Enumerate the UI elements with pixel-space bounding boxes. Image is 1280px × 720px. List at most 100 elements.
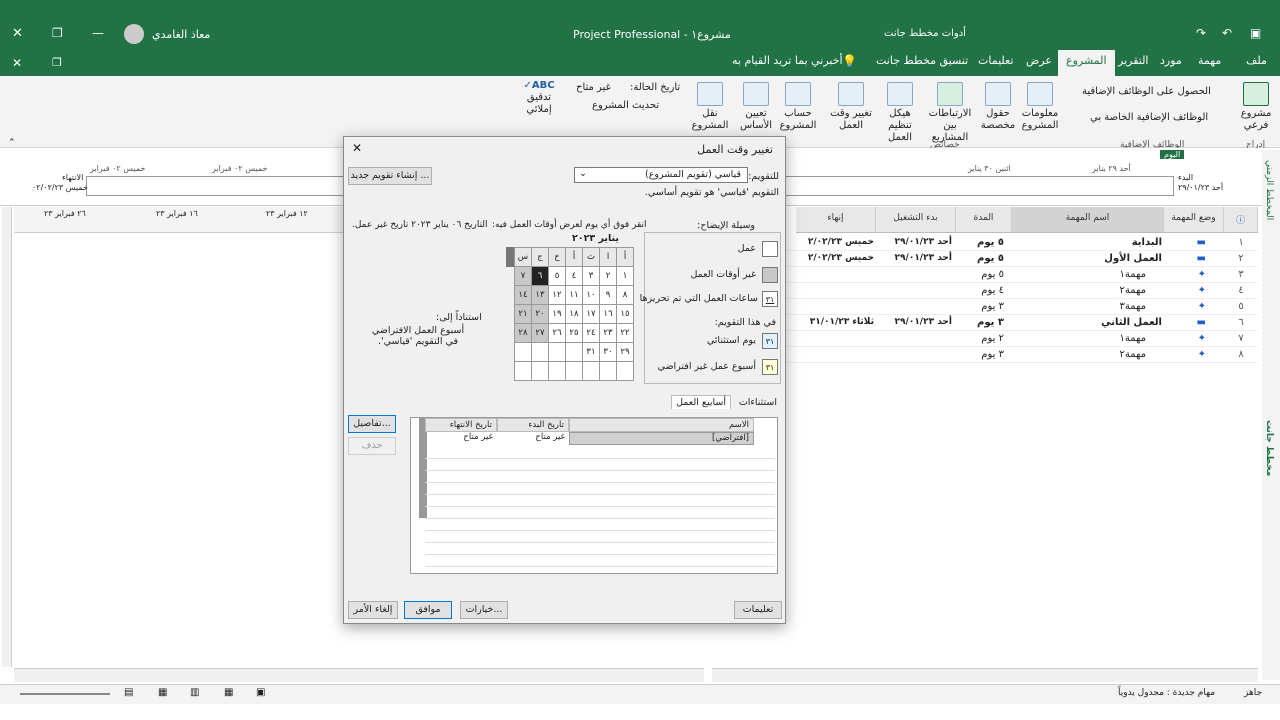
delete-button[interactable]: حذف xyxy=(348,437,396,455)
calendar-day[interactable] xyxy=(548,361,566,381)
minimize-icon[interactable]: — xyxy=(92,26,104,40)
links-button[interactable]: الارتباطات بين المشاريع xyxy=(926,82,974,144)
col-task-mode[interactable]: وضع المهمة xyxy=(1164,207,1224,233)
calendar-day[interactable]: ١٩ xyxy=(548,304,566,324)
col-finish[interactable]: إنهاء xyxy=(796,207,876,233)
calendar-day[interactable]: ١٦ xyxy=(599,304,617,324)
calendar-day[interactable]: ٦ xyxy=(531,266,549,286)
gantt-view-icon[interactable]: ▤ xyxy=(124,687,133,698)
project-info-button[interactable]: معلومات المشروع xyxy=(1020,82,1060,132)
task-start[interactable]: أحد ٢٩/٠١/٢٣ xyxy=(895,317,952,327)
col-duration[interactable]: المدة xyxy=(956,207,1012,233)
task-table[interactable]: وضع المهمة اسم المهمة المدة بدء التشغيل … xyxy=(712,207,1258,667)
restore-icon[interactable]: ❐ xyxy=(52,26,63,40)
tab-task[interactable]: مهمة xyxy=(1198,54,1221,67)
new-calendar-button[interactable]: إنشاء تقويم جديد ... xyxy=(348,167,432,185)
calendar-day[interactable]: ١٤ xyxy=(514,285,532,305)
work-weeks-grid[interactable]: الاسم تاريخ البدء تاريخ الانتهاء [افتراض… xyxy=(410,417,778,574)
task-finish[interactable]: خميس ٢/٠٢/٢٣ xyxy=(808,253,874,263)
gantt-vertical-scrollbar[interactable] xyxy=(2,207,12,667)
redo-icon[interactable]: ↷ xyxy=(1196,26,1206,40)
calendar-day[interactable]: ١ xyxy=(616,266,634,286)
calendar-day[interactable]: ١٨ xyxy=(565,304,583,324)
options-button[interactable]: خيارات... xyxy=(460,601,508,619)
calendar-day[interactable]: ٢٥ xyxy=(565,323,583,343)
calendar-day[interactable]: ٢٧ xyxy=(531,323,549,343)
undo-icon[interactable]: ↶ xyxy=(1222,26,1232,40)
calendar-day[interactable]: ٣٠ xyxy=(599,342,617,362)
table-row[interactable]: ٦ ▬ العمل الثاني ٣ يوم أحد ٢٩/٠١/٢٣ ثلاثاء ٣١… xyxy=(712,315,1258,331)
calendar-day[interactable] xyxy=(565,361,583,381)
calendar-day[interactable]: ٣١ xyxy=(582,342,600,362)
calendar-day[interactable]: ١٧ xyxy=(582,304,600,324)
task-name[interactable]: البداية xyxy=(1132,237,1162,248)
table-row[interactable]: ١ ▬ البداية ٥ يوم أحد ٢٩/٠١/٢٣ خميس ٢/٠٢/٢٣ xyxy=(712,235,1258,251)
close-icon[interactable]: ✕ xyxy=(12,26,23,41)
table-horizontal-scrollbar[interactable] xyxy=(712,668,1258,682)
task-duration[interactable]: ٣ يوم xyxy=(981,301,1004,312)
zoom-slider[interactable] xyxy=(20,693,110,695)
task-name[interactable]: مهمة٢ xyxy=(1120,285,1146,296)
save-icon[interactable]: ▣ xyxy=(1250,26,1261,40)
task-usage-icon[interactable]: ▦ xyxy=(158,687,167,698)
subproject-button[interactable]: مشروع فرعي xyxy=(1236,82,1276,132)
calendar-select[interactable]: قياسي (تقويم المشروع) ⌄ xyxy=(574,167,748,183)
wbs-button[interactable]: هيكل تنظيم العمل xyxy=(876,82,924,144)
calendar-day[interactable]: ٢٨ xyxy=(514,323,532,343)
calendar-day[interactable]: ٢٤ xyxy=(582,323,600,343)
tell-me-search[interactable]: أخبرني بما تريد القيام به xyxy=(732,54,843,67)
grid-row-finish[interactable]: غير متاح xyxy=(425,432,497,445)
calculate-project-button[interactable]: حساب المشروع xyxy=(776,82,820,132)
calendar-day[interactable] xyxy=(514,361,532,381)
gantt-horizontal-scrollbar[interactable] xyxy=(14,668,704,682)
calendar-day[interactable]: ٥ xyxy=(548,266,566,286)
task-duration[interactable]: ٣ يوم xyxy=(981,349,1004,360)
calendar-day[interactable]: ١٥ xyxy=(616,304,634,324)
calendar-day[interactable]: ٢٣ xyxy=(599,323,617,343)
table-row[interactable]: ٧ ✦ مهمة١ ٢ يوم xyxy=(712,331,1258,347)
task-duration[interactable]: ٣ يوم xyxy=(977,317,1004,328)
tab-report[interactable]: التقرير xyxy=(1118,54,1149,67)
ok-button[interactable]: موافق xyxy=(404,601,452,619)
table-row[interactable]: ٨ ✦ مهمة٢ ٣ يوم xyxy=(712,347,1258,363)
custom-fields-button[interactable]: حقول مخصصة xyxy=(976,82,1020,132)
calendar-day[interactable]: ٤ xyxy=(565,266,583,286)
task-duration[interactable]: ٥ يوم xyxy=(981,269,1004,280)
calendar-day[interactable]: ٢ xyxy=(599,266,617,286)
grid-row-start[interactable]: غير متاح xyxy=(497,432,569,445)
details-button[interactable]: تفاصيل... xyxy=(348,415,396,433)
close-doc-icon[interactable]: ✕ xyxy=(12,56,22,70)
calendar-day[interactable] xyxy=(616,361,634,381)
tab-exceptions[interactable]: استثناءات xyxy=(739,397,777,408)
task-duration[interactable]: ٢ يوم xyxy=(981,333,1004,344)
calendar-day[interactable]: ١٠ xyxy=(582,285,600,305)
tab-gantt-format[interactable]: تنسيق مخطط جانت xyxy=(876,54,968,67)
change-working-time-button[interactable]: تغيير وقت العمل xyxy=(828,82,874,132)
calendar-day[interactable] xyxy=(531,342,549,362)
help-button[interactable]: تعليمات xyxy=(734,601,782,619)
task-name[interactable]: العمل الأول xyxy=(1104,253,1162,264)
task-duration[interactable]: ٥ يوم xyxy=(977,237,1004,248)
calendar-day[interactable] xyxy=(582,361,600,381)
calendar-day[interactable]: ٨ xyxy=(616,285,634,305)
calendar-day[interactable] xyxy=(599,361,617,381)
task-duration[interactable]: ٥ يوم xyxy=(977,253,1004,264)
my-addins-button[interactable]: الوظائف الإضافية الخاصة بي xyxy=(1090,112,1208,124)
calendar-day[interactable]: ١٢ xyxy=(548,285,566,305)
move-project-button[interactable]: نقل المشروع xyxy=(690,82,730,132)
table-row[interactable]: ٥ ✦ مهمة٣ ٣ يوم xyxy=(712,299,1258,315)
calendar-day[interactable]: ٢٠ xyxy=(531,304,549,324)
tab-project[interactable]: المشروع xyxy=(1058,50,1115,76)
update-project-button[interactable]: تحديث المشروع xyxy=(592,100,659,112)
calendar-day[interactable]: ٢١ xyxy=(514,304,532,324)
team-planner-icon[interactable]: ▥ xyxy=(190,687,199,698)
table-row[interactable]: ٢ ▬ العمل الأول ٥ يوم أحد ٢٩/٠١/٢٣ خميس ٢/٠٢/… xyxy=(712,251,1258,267)
set-baseline-button[interactable]: تعيين الأساس xyxy=(736,82,776,132)
calendar-day[interactable] xyxy=(565,342,583,362)
report-icon[interactable]: ▣ xyxy=(256,687,265,698)
task-finish[interactable]: خميس ٢/٠٢/٢٣ xyxy=(808,237,874,247)
task-name[interactable]: مهمة١ xyxy=(1120,333,1146,344)
calendar-day[interactable]: ١٣ xyxy=(531,285,549,305)
task-name[interactable]: العمل الثاني xyxy=(1101,317,1162,328)
restore-doc-icon[interactable]: ❐ xyxy=(52,56,62,69)
